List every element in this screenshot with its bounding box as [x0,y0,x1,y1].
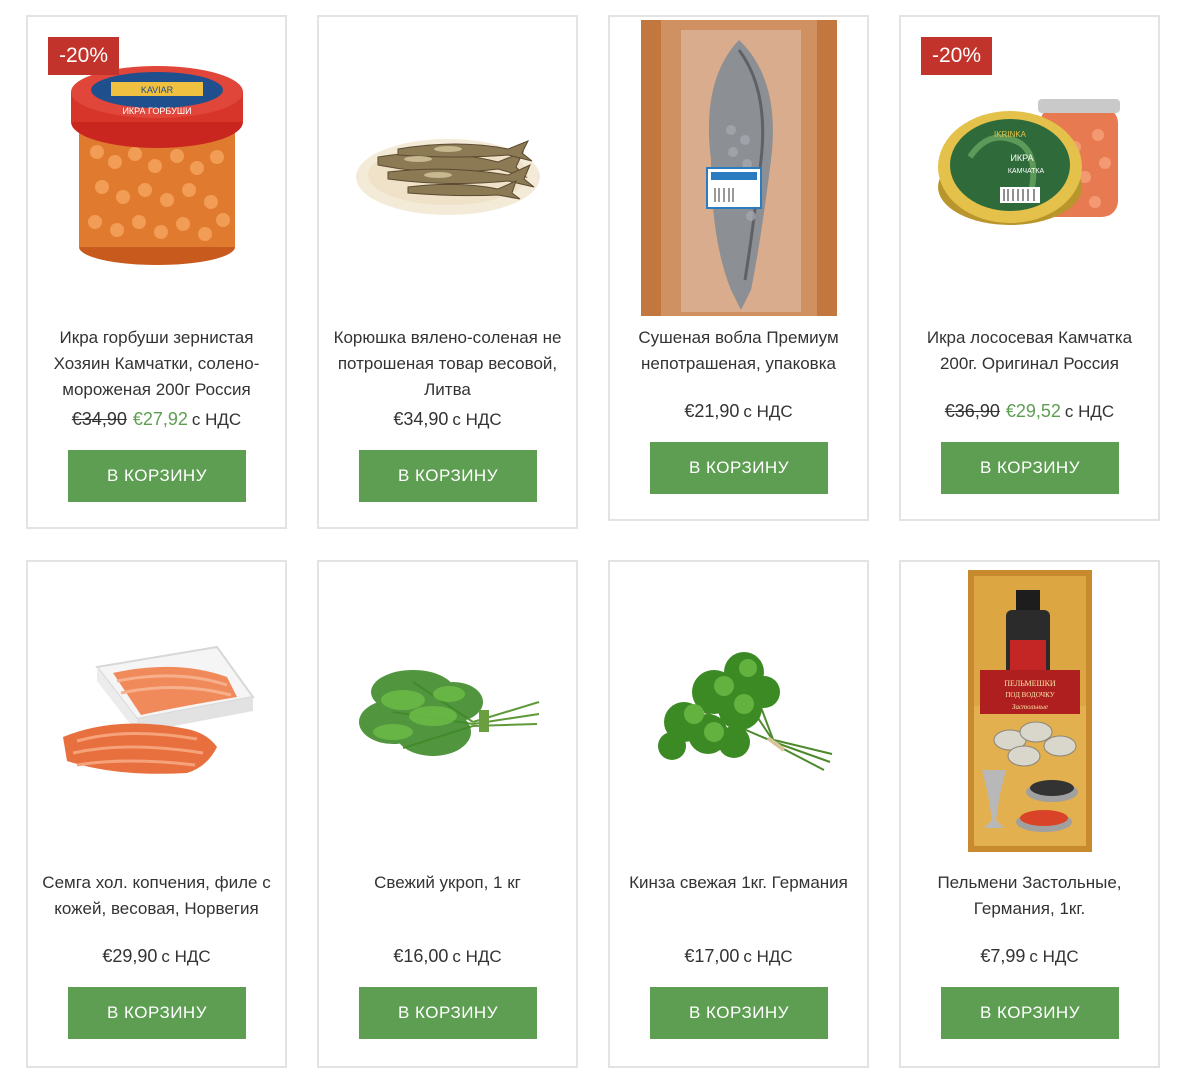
vat-note: с НДС [191,410,242,429]
cilantro-bunch-icon [657,652,832,771]
tin-region-text: КАМЧАТКА [1007,168,1044,175]
salmon-caviar-tin-icon: IKRINKA ИКРА КАМЧАТКА [937,99,1120,225]
old-price: €36,90 [944,401,1000,421]
dried-roach-fish-icon [640,20,837,316]
discount-badge: -20% [48,37,119,75]
price: €7,99 [980,946,1026,966]
tin-label-text: ИКРА [1010,153,1033,163]
dumplings-package-icon: ПЕЛЬМЕШКИ ПОД ВОДОЧКУ Застольные [967,570,1092,852]
vat-note: с НДС [743,402,793,421]
add-to-cart-button[interactable]: В КОРЗИНУ [359,987,537,1039]
add-to-cart-button[interactable]: В КОРЗИНУ [68,987,246,1039]
product-card-salmon-caviar[interactable]: -20% IKRINKA ИКРА КАМЧАТКА Икра лососева… [899,15,1160,521]
discount-badge: -20% [921,37,992,75]
price: €16,00 [393,946,449,966]
product-card-salmon-fillet[interactable]: Семга хол. копчения, филе с кожей, весов… [26,560,287,1068]
package-title-text: ПЕЛЬМЕШКИ [1004,679,1056,688]
vat-note: с НДС [1029,947,1079,966]
product-title[interactable]: Пельмени Застольные, Германия, 1кг. [911,870,1148,922]
add-to-cart-button[interactable]: В КОРЗИНУ [941,442,1119,494]
sale-price: €29,52 [1005,401,1061,421]
price-line: €29,90 с НДС [28,946,285,967]
jar-brand-text: KAVIAR [140,85,173,95]
vat-note: с НДС [452,410,502,429]
product-image[interactable] [28,562,285,862]
smoked-salmon-fillet-icon [62,645,255,774]
price: €29,90 [102,946,158,966]
price-line: €36,90 €29,52 с НДС [901,401,1158,422]
product-image[interactable] [319,562,576,862]
caviar-jar-icon: KAVIAR ИКРА ГОРБУШИ [70,66,243,265]
product-card-smelt[interactable]: Корюшка вялено-соленая не потрошеная тов… [317,15,578,529]
jar-label-text: ИКРА ГОРБУШИ [122,106,191,116]
vat-note: с НДС [452,947,502,966]
product-card-cilantro[interactable]: Кинза свежая 1кг. Германия €17,00 с НДС В… [608,560,869,1068]
price-line: €34,90 с НДС [319,409,576,430]
product-image[interactable] [610,17,867,317]
product-title[interactable]: Свежий укроп, 1 кг [329,870,566,896]
product-title[interactable]: Сушеная вобла Премиум непотрашеная, упак… [620,325,857,377]
price-line: €7,99 с НДС [901,946,1158,967]
package-variant-text: Застольные [1011,703,1047,711]
price: €17,00 [684,946,740,966]
product-image[interactable] [610,562,867,862]
product-title[interactable]: Икра лососевая Камчатка 200г. Оригинал Р… [911,325,1148,377]
tin-brand-text: IKRINKA [993,130,1026,139]
vat-note: с НДС [743,947,793,966]
vat-note: с НДС [161,947,211,966]
vat-note: с НДС [1064,402,1115,421]
price-line: €21,90 с НДС [610,401,867,422]
price-line: €17,00 с НДС [610,946,867,967]
product-card-vobla[interactable]: Сушеная вобла Премиум непотрашеная, упак… [608,15,869,521]
add-to-cart-button[interactable]: В КОРЗИНУ [941,987,1119,1039]
price-line: €16,00 с НДС [319,946,576,967]
product-image[interactable] [319,17,576,317]
product-title[interactable]: Икра горбуши зернистая Хозяин Камчатки, … [38,325,275,403]
add-to-cart-button[interactable]: В КОРЗИНУ [650,442,828,494]
add-to-cart-button[interactable]: В КОРЗИНУ [68,450,246,502]
dill-bunch-icon [358,670,539,756]
add-to-cart-button[interactable]: В КОРЗИНУ [650,987,828,1039]
price-line: €34,90 €27,92 с НДС [28,409,285,430]
old-price: €34,90 [71,409,127,429]
add-to-cart-button[interactable]: В КОРЗИНУ [359,450,537,502]
product-card-dumplings[interactable]: ПЕЛЬМЕШКИ ПОД ВОДОЧКУ Застольные Пельмен… [899,560,1160,1068]
product-card-caviar-gorbusha[interactable]: -20% KAVIAR ИКРА ГОРБУШИ Икра горбуши зе… [26,15,287,529]
sale-price: €27,92 [132,409,188,429]
product-image[interactable]: ПЕЛЬМЕШКИ ПОД ВОДОЧКУ Застольные [901,562,1158,862]
product-title[interactable]: Корюшка вялено-соленая не потрошеная тов… [329,325,566,403]
product-card-dill[interactable]: Свежий укроп, 1 кг €16,00 с НДС В КОРЗИНУ [317,560,578,1068]
package-subtitle-text: ПОД ВОДОЧКУ [1005,691,1054,699]
price: €34,90 [393,409,449,429]
product-title[interactable]: Семга хол. копчения, филе с кожей, весов… [38,870,275,922]
price: €21,90 [684,401,740,421]
dried-smelt-plate-icon [355,139,540,215]
product-title[interactable]: Кинза свежая 1кг. Германия [620,870,857,896]
